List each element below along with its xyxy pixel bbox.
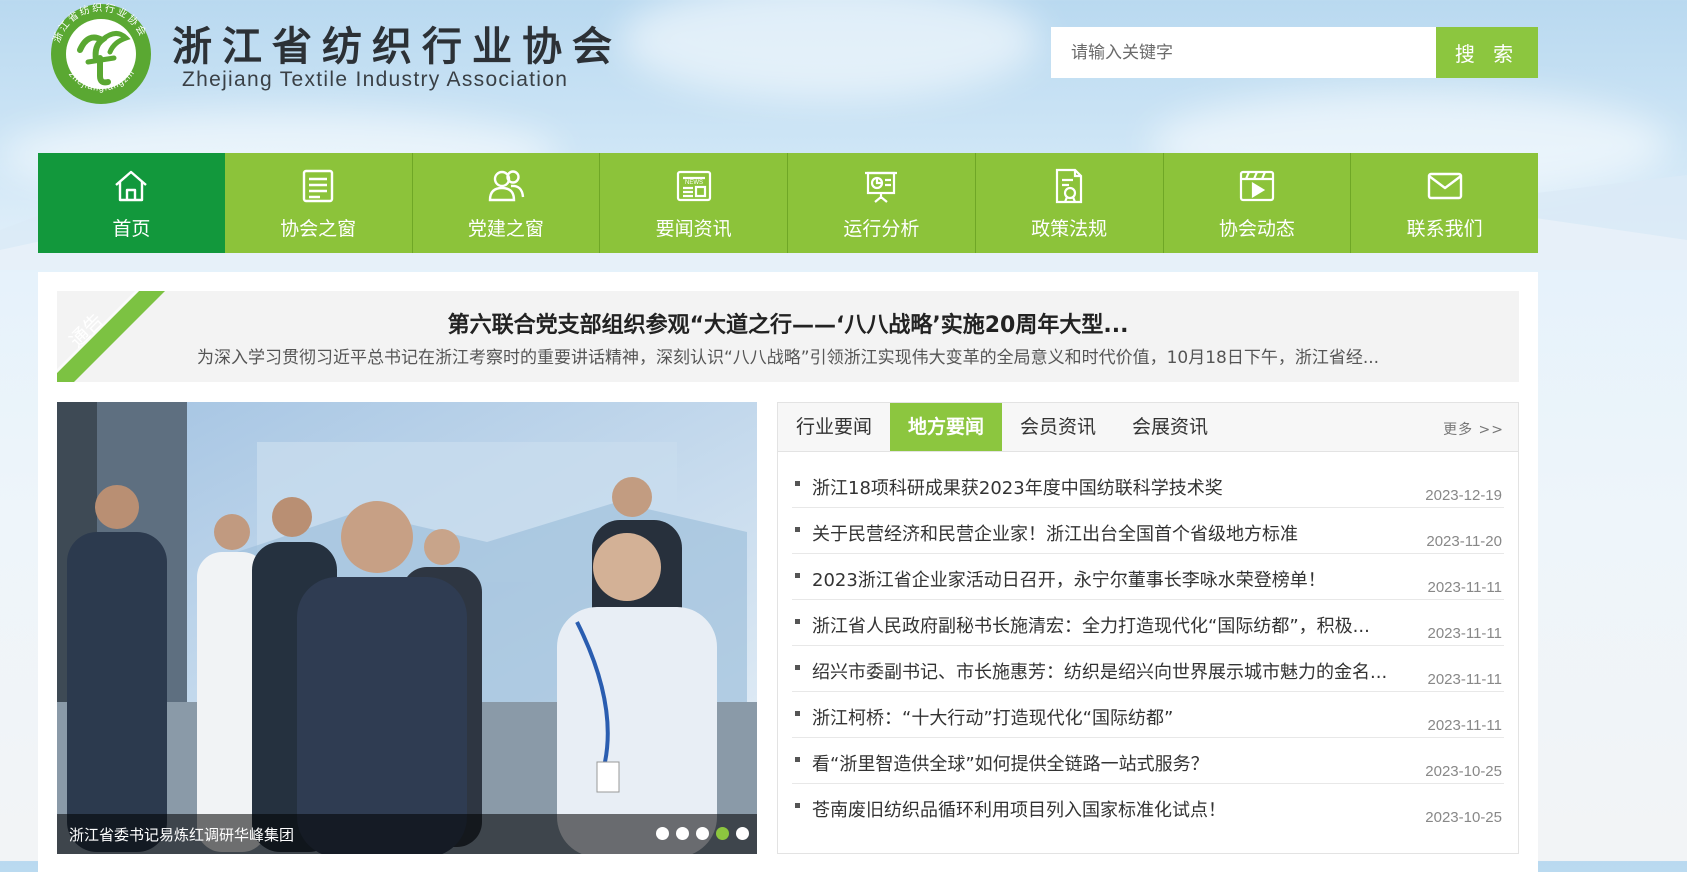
bullet-icon bbox=[795, 481, 800, 486]
nav-item-contact[interactable]: 联系我们 bbox=[1351, 153, 1538, 253]
association-logo[interactable]: 浙江省纺织行业协会 zhejiangfangzhi bbox=[44, 1, 158, 106]
search-input[interactable] bbox=[1051, 27, 1436, 78]
image-slider[interactable]: 浙江省委书记易炼红调研华峰集团 bbox=[57, 402, 757, 854]
people-icon bbox=[488, 169, 525, 201]
news-title[interactable]: 苍南废旧纺织品循环利用项目列入国家标准化试点！ bbox=[812, 796, 1392, 822]
nav-label: 政策法规 bbox=[1031, 217, 1108, 240]
list-item[interactable]: 浙江省人民政府副秘书长施清宏：全力打造现代化“国际纺都”，积极... 2023-… bbox=[792, 600, 1504, 646]
slide-dot-active[interactable] bbox=[716, 827, 729, 840]
news-title[interactable]: 看“浙里智造供全球”如何提供全链路一站式服务？ bbox=[812, 750, 1392, 776]
news-date: 2023-11-11 bbox=[1427, 625, 1502, 642]
bullet-icon bbox=[795, 803, 800, 808]
policy-document-icon bbox=[1056, 168, 1083, 203]
news-date: 2023-11-11 bbox=[1427, 671, 1502, 688]
news-tab-bar: 行业要闻 地方要闻 会员资讯 会展资讯 更多 >> bbox=[778, 403, 1518, 452]
tab-member-news[interactable]: 会员资讯 bbox=[1002, 403, 1114, 451]
news-title[interactable]: 关于民营经济和民营企业家！浙江出台全国首个省级地方标准 bbox=[812, 520, 1392, 546]
bullet-icon bbox=[795, 711, 800, 716]
nav-label: 首页 bbox=[112, 217, 151, 240]
news-title[interactable]: 浙江柯桥：“十大行动”打造现代化“国际纺都” bbox=[812, 704, 1392, 730]
slide-dot[interactable] bbox=[736, 827, 749, 840]
list-item[interactable]: 绍兴市委副书记、市长施惠芳：纺织是绍兴向世界展示城市魅力的金名... 2023-… bbox=[792, 646, 1504, 692]
site-subtitle: Zhejiang Textile Industry Association bbox=[182, 68, 569, 91]
list-item[interactable]: 2023浙江省企业家活动日召开，永宁尔董事长李咏水荣登榜单！ 2023-11-1… bbox=[792, 554, 1504, 600]
bullet-icon bbox=[795, 757, 800, 762]
slide-dot[interactable] bbox=[676, 827, 689, 840]
nav-item-home[interactable]: 首页 bbox=[38, 153, 225, 253]
mail-icon bbox=[1427, 172, 1462, 199]
home-icon bbox=[115, 170, 148, 201]
slide-dots bbox=[656, 827, 749, 840]
news-date: 2023-12-19 bbox=[1425, 487, 1502, 504]
news-date: 2023-11-20 bbox=[1426, 533, 1502, 550]
main-nav: 首页 协会之窗 党建之窗 NEWS 要闻资讯 运行分析 政策法规 协会动态 联系… bbox=[38, 153, 1538, 253]
news-list: 浙江18项科研成果获2023年度中国纺联科学技术奖 2023-12-19 关于民… bbox=[778, 462, 1518, 829]
nav-item-association-window[interactable]: 协会之窗 bbox=[225, 153, 413, 253]
bullet-icon bbox=[795, 619, 800, 624]
slide-caption-bar: 浙江省委书记易炼红调研华峰集团 bbox=[57, 814, 757, 854]
tab-local-news[interactable]: 地方要闻 bbox=[890, 403, 1002, 451]
document-list-icon bbox=[302, 169, 334, 202]
more-link[interactable]: 更多 >> bbox=[1443, 419, 1504, 439]
news-title[interactable]: 绍兴市委副书记、市长施惠芳：纺织是绍兴向世界展示城市魅力的金名... bbox=[812, 658, 1392, 684]
main-content: 通告 第六联合党支部组织参观“大道之行——‘八八战略’实施20周年大型... 为… bbox=[38, 272, 1538, 872]
tab-industry-news[interactable]: 行业要闻 bbox=[778, 403, 890, 451]
nav-label: 协会动态 bbox=[1218, 217, 1295, 240]
bullet-icon bbox=[795, 527, 800, 532]
news-title[interactable]: 浙江18项科研成果获2023年度中国纺联科学技术奖 bbox=[812, 474, 1392, 500]
news-date: 2023-11-11 bbox=[1427, 717, 1502, 734]
news-title[interactable]: 2023浙江省企业家活动日召开，永宁尔董事长李咏水荣登榜单！ bbox=[812, 566, 1392, 592]
nav-item-operation-analysis[interactable]: 运行分析 bbox=[788, 153, 976, 253]
slide-dot[interactable] bbox=[696, 827, 709, 840]
list-item[interactable]: 看“浙里智造供全球”如何提供全链路一站式服务？ 2023-10-25 bbox=[792, 738, 1504, 784]
newspaper-icon: NEWS bbox=[676, 170, 711, 201]
nav-item-party-building[interactable]: 党建之窗 bbox=[413, 153, 601, 253]
notice-summary: 为深入学习贯彻习近平总书记在浙江考察时的重要讲话精神，深刻认识“八八战略”引领浙… bbox=[196, 348, 1380, 368]
notice-banner[interactable]: 通告 第六联合党支部组织参观“大道之行——‘八八战略’实施20周年大型... 为… bbox=[57, 291, 1519, 382]
news-date: 2023-11-11 bbox=[1427, 579, 1502, 596]
news-panel: 行业要闻 地方要闻 会员资讯 会展资讯 更多 >> 浙江18项科研成果获2023… bbox=[777, 402, 1519, 854]
nav-label: 运行分析 bbox=[843, 217, 920, 240]
slide-photo[interactable] bbox=[57, 402, 757, 854]
search-button[interactable]: 搜 索 bbox=[1436, 27, 1538, 78]
search-box: 搜 索 bbox=[1051, 27, 1538, 78]
site-title: 浙江省纺织行业协会 bbox=[172, 23, 622, 70]
list-item[interactable]: 关于民营经济和民营企业家！浙江出台全国首个省级地方标准 2023-11-20 bbox=[792, 508, 1504, 554]
bullet-icon bbox=[795, 665, 800, 670]
slide-caption[interactable]: 浙江省委书记易炼红调研华峰集团 bbox=[69, 824, 294, 845]
list-item[interactable]: 浙江18项科研成果获2023年度中国纺联科学技术奖 2023-12-19 bbox=[792, 462, 1504, 508]
nav-label: 要闻资讯 bbox=[655, 217, 732, 240]
video-icon bbox=[1239, 170, 1274, 201]
list-item[interactable]: 苍南废旧纺织品循环利用项目列入国家标准化试点！ 2023-10-25 bbox=[792, 784, 1504, 829]
nav-item-association-news[interactable]: 协会动态 bbox=[1164, 153, 1352, 253]
list-item[interactable]: 浙江柯桥：“十大行动”打造现代化“国际纺都” 2023-11-11 bbox=[792, 692, 1504, 738]
nav-label: 联系我们 bbox=[1406, 217, 1483, 240]
bullet-icon bbox=[795, 573, 800, 578]
nav-label: 党建之窗 bbox=[467, 217, 544, 240]
notice-title[interactable]: 第六联合党支部组织参观“大道之行——‘八八战略’实施20周年大型... bbox=[57, 307, 1519, 339]
nav-item-news[interactable]: NEWS 要闻资讯 bbox=[600, 153, 788, 253]
svg-text:NEWS: NEWS bbox=[685, 180, 703, 186]
slide-dot[interactable] bbox=[656, 827, 669, 840]
presentation-chart-icon bbox=[865, 171, 898, 203]
news-date: 2023-10-25 bbox=[1425, 763, 1502, 780]
news-date: 2023-10-25 bbox=[1425, 809, 1502, 826]
nav-item-policy[interactable]: 政策法规 bbox=[976, 153, 1164, 253]
tab-exhibition-news[interactable]: 会展资讯 bbox=[1114, 403, 1226, 451]
news-title[interactable]: 浙江省人民政府副秘书长施清宏：全力打造现代化“国际纺都”，积极... bbox=[812, 612, 1392, 638]
nav-label: 协会之窗 bbox=[280, 217, 357, 240]
